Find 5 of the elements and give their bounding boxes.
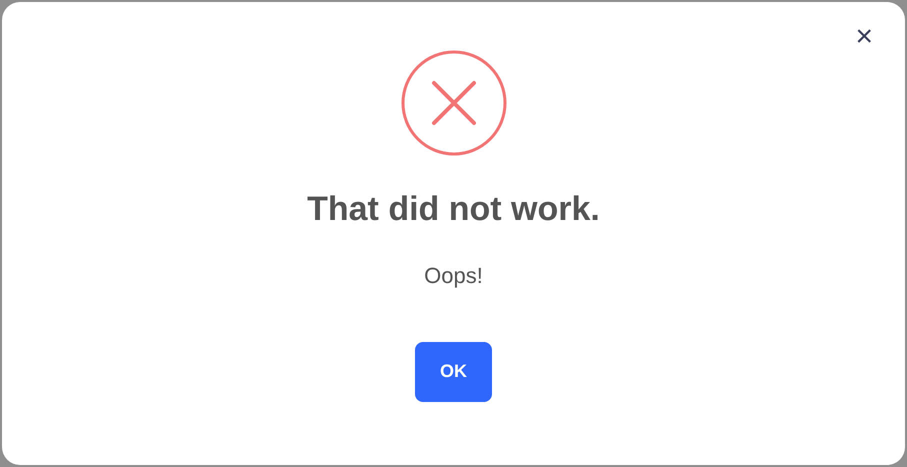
close-button[interactable]: × <box>851 22 877 52</box>
dialog-message: Oops! <box>424 262 483 290</box>
error-icon <box>400 50 506 156</box>
ok-button[interactable]: OK <box>415 342 492 402</box>
dialog-title: That did not work. <box>307 189 600 230</box>
